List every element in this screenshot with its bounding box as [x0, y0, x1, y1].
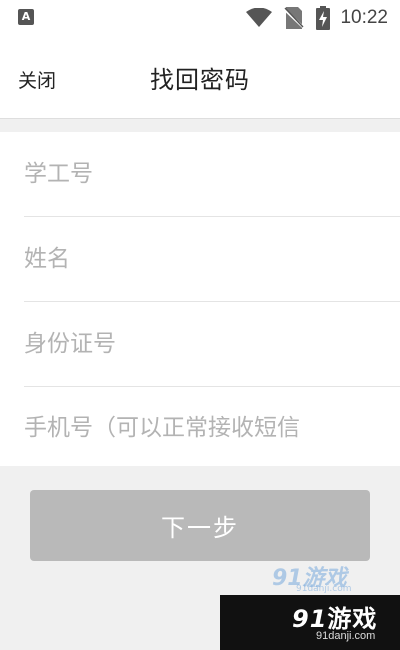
- phone-input[interactable]: [24, 415, 394, 441]
- find-password-screen: A 10:22 关闭 找回密码 学工号 姓名 身份证号 手机号（可以正常接收短信…: [0, 0, 400, 650]
- page-title: 找回密码: [150, 66, 250, 94]
- phone-row: [24, 387, 400, 469]
- watermark-faint: 91游戏 91danji.com: [272, 560, 372, 596]
- status-time: 10:22: [340, 7, 388, 28]
- name-input[interactable]: [24, 246, 394, 272]
- recovery-form: [0, 132, 400, 466]
- student-id-row: [24, 132, 400, 217]
- wifi-icon: [246, 8, 273, 27]
- watermark-faint-url: 91danji.com: [296, 584, 352, 594]
- status-icons: 10:22: [246, 5, 388, 31]
- watermark-logo-number: 91: [292, 605, 328, 633]
- no-sim-icon: [284, 7, 305, 29]
- name-row: [24, 217, 400, 302]
- watermark-url: 91danji.com: [316, 630, 376, 642]
- watermark-logo-word: 游戏: [327, 605, 378, 633]
- app-notification-icon: A: [18, 9, 34, 25]
- status-bar: A 10:22: [0, 0, 400, 36]
- battery-charging-icon: [316, 6, 331, 30]
- id-card-row: [24, 302, 400, 387]
- watermark-logo: 91游戏 91danji.com: [220, 595, 400, 650]
- watermark-logo-text: 91游戏: [292, 599, 377, 634]
- student-id-input[interactable]: [24, 161, 394, 187]
- title-bar: 关闭 找回密码: [0, 36, 400, 119]
- id-card-input[interactable]: [24, 331, 394, 357]
- next-button[interactable]: 下一步: [30, 490, 370, 561]
